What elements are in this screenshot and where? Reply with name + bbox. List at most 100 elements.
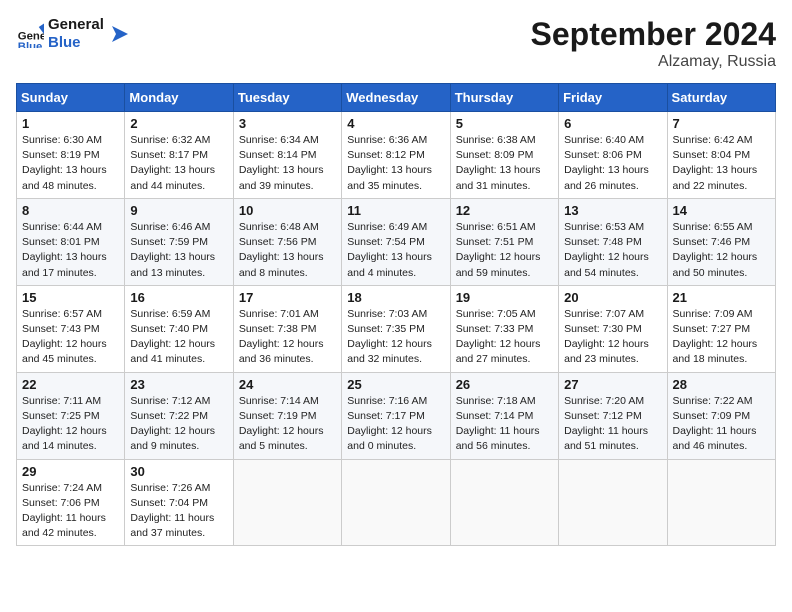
calendar-cell: 7Sunrise: 6:42 AMSunset: 8:04 PMDaylight… (667, 112, 775, 199)
weekday-header-wednesday: Wednesday (342, 84, 450, 112)
calendar-cell: 8 Sunrise: 6:44 AMSunset: 8:01 PMDaylight… (17, 198, 125, 285)
calendar-cell: 29 Sunrise: 7:24 AMSunset: 7:06 PMDayligh… (17, 459, 125, 546)
calendar-cell: 14 Sunrise: 6:55 AMSunset: 7:46 PMDayligh… (667, 198, 775, 285)
day-info: Sunrise: 6:55 AMSunset: 7:46 PMDaylight:… (673, 220, 770, 281)
weekday-header-sunday: Sunday (17, 84, 125, 112)
day-number: 22 (22, 377, 119, 392)
day-info: Sunrise: 7:01 AMSunset: 7:38 PMDaylight:… (239, 307, 336, 368)
day-number: 5 (456, 116, 553, 131)
calendar-cell: 27 Sunrise: 7:20 AMSunset: 7:12 PMDayligh… (559, 372, 667, 459)
logo-icon: General Blue (16, 20, 44, 48)
calendar-cell: 11 Sunrise: 6:49 AMSunset: 7:54 PMDayligh… (342, 198, 450, 285)
calendar-cell: 9 Sunrise: 6:46 AMSunset: 7:59 PMDaylight… (125, 198, 233, 285)
day-info: Sunrise: 6:44 AMSunset: 8:01 PMDaylight:… (22, 220, 119, 281)
day-number: 24 (239, 377, 336, 392)
day-info: Sunrise: 7:11 AMSunset: 7:25 PMDaylight:… (22, 394, 119, 455)
weekday-header-friday: Friday (559, 84, 667, 112)
day-number: 3 (239, 116, 336, 131)
day-info: Sunrise: 6:30 AMSunset: 8:19 PMDaylight:… (22, 133, 119, 194)
day-number: 13 (564, 203, 661, 218)
day-info: Sunrise: 7:26 AMSunset: 7:04 PMDaylight:… (130, 481, 227, 542)
day-number: 19 (456, 290, 553, 305)
day-number: 25 (347, 377, 444, 392)
day-number: 17 (239, 290, 336, 305)
day-info: Sunrise: 7:07 AMSunset: 7:30 PMDaylight:… (564, 307, 661, 368)
day-info: Sunrise: 6:32 AMSunset: 8:17 PMDaylight:… (130, 133, 227, 194)
day-info: Sunrise: 7:12 AMSunset: 7:22 PMDaylight:… (130, 394, 227, 455)
calendar-cell: 26 Sunrise: 7:18 AMSunset: 7:14 PMDayligh… (450, 372, 558, 459)
day-info: Sunrise: 7:14 AMSunset: 7:19 PMDaylight:… (239, 394, 336, 455)
calendar-cell: 3 Sunrise: 6:34 AMSunset: 8:14 PMDaylight… (233, 112, 341, 199)
calendar-cell: 30 Sunrise: 7:26 AMSunset: 7:04 PMDayligh… (125, 459, 233, 546)
title-block: September 2024 Alzamay, Russia (531, 16, 776, 71)
day-info: Sunrise: 6:57 AMSunset: 7:43 PMDaylight:… (22, 307, 119, 368)
calendar-table: SundayMondayTuesdayWednesdayThursdayFrid… (16, 83, 776, 546)
day-number: 14 (673, 203, 770, 218)
weekday-header-thursday: Thursday (450, 84, 558, 112)
day-number: 30 (130, 464, 227, 479)
calendar-cell (233, 459, 341, 546)
calendar-cell (342, 459, 450, 546)
calendar-week-row: 8 Sunrise: 6:44 AMSunset: 8:01 PMDaylight… (17, 198, 776, 285)
calendar-cell (450, 459, 558, 546)
calendar-cell: 20Sunrise: 7:07 AMSunset: 7:30 PMDayligh… (559, 285, 667, 372)
day-info: Sunrise: 6:49 AMSunset: 7:54 PMDaylight:… (347, 220, 444, 281)
day-info: Sunrise: 6:46 AMSunset: 7:59 PMDaylight:… (130, 220, 227, 281)
day-number: 12 (456, 203, 553, 218)
logo-arrow-icon (108, 24, 128, 44)
calendar-cell: 25 Sunrise: 7:16 AMSunset: 7:17 PMDayligh… (342, 372, 450, 459)
day-info: Sunrise: 6:38 AMSunset: 8:09 PMDaylight:… (456, 133, 553, 194)
weekday-header-monday: Monday (125, 84, 233, 112)
day-number: 11 (347, 203, 444, 218)
calendar-cell: 2 Sunrise: 6:32 AMSunset: 8:17 PMDaylight… (125, 112, 233, 199)
day-info: Sunrise: 7:20 AMSunset: 7:12 PMDaylight:… (564, 394, 661, 455)
day-info: Sunrise: 7:18 AMSunset: 7:14 PMDaylight:… (456, 394, 553, 455)
day-info: Sunrise: 7:22 AMSunset: 7:09 PMDaylight:… (673, 394, 770, 455)
calendar-cell: 28Sunrise: 7:22 AMSunset: 7:09 PMDayligh… (667, 372, 775, 459)
calendar-cell: 16 Sunrise: 6:59 AMSunset: 7:40 PMDayligh… (125, 285, 233, 372)
day-info: Sunrise: 7:09 AMSunset: 7:27 PMDaylight:… (673, 307, 770, 368)
calendar-cell (667, 459, 775, 546)
calendar-week-row: 29 Sunrise: 7:24 AMSunset: 7:06 PMDayligh… (17, 459, 776, 546)
calendar-header-row: SundayMondayTuesdayWednesdayThursdayFrid… (17, 84, 776, 112)
calendar-cell (559, 459, 667, 546)
day-info: Sunrise: 7:05 AMSunset: 7:33 PMDaylight:… (456, 307, 553, 368)
day-info: Sunrise: 7:03 AMSunset: 7:35 PMDaylight:… (347, 307, 444, 368)
day-info: Sunrise: 6:34 AMSunset: 8:14 PMDaylight:… (239, 133, 336, 194)
calendar-cell: 13Sunrise: 6:53 AMSunset: 7:48 PMDayligh… (559, 198, 667, 285)
day-number: 18 (347, 290, 444, 305)
day-number: 2 (130, 116, 227, 131)
day-number: 1 (22, 116, 119, 131)
logo-blue: Blue (48, 34, 104, 52)
day-number: 29 (22, 464, 119, 479)
day-number: 15 (22, 290, 119, 305)
day-number: 6 (564, 116, 661, 131)
day-info: Sunrise: 6:59 AMSunset: 7:40 PMDaylight:… (130, 307, 227, 368)
calendar-cell: 22 Sunrise: 7:11 AMSunset: 7:25 PMDayligh… (17, 372, 125, 459)
day-info: Sunrise: 6:36 AMSunset: 8:12 PMDaylight:… (347, 133, 444, 194)
day-info: Sunrise: 7:16 AMSunset: 7:17 PMDaylight:… (347, 394, 444, 455)
calendar-week-row: 1 Sunrise: 6:30 AMSunset: 8:19 PMDaylight… (17, 112, 776, 199)
day-info: Sunrise: 7:24 AMSunset: 7:06 PMDaylight:… (22, 481, 119, 542)
weekday-header-tuesday: Tuesday (233, 84, 341, 112)
day-number: 8 (22, 203, 119, 218)
month-title: September 2024 (531, 16, 776, 53)
calendar-cell: 12 Sunrise: 6:51 AMSunset: 7:51 PMDayligh… (450, 198, 558, 285)
calendar-week-row: 22 Sunrise: 7:11 AMSunset: 7:25 PMDayligh… (17, 372, 776, 459)
logo: General Blue General Blue (16, 16, 128, 52)
calendar-cell: 17 Sunrise: 7:01 AMSunset: 7:38 PMDayligh… (233, 285, 341, 372)
day-number: 27 (564, 377, 661, 392)
page-header: General Blue General Blue September 2024… (16, 16, 776, 71)
day-info: Sunrise: 6:51 AMSunset: 7:51 PMDaylight:… (456, 220, 553, 281)
day-number: 9 (130, 203, 227, 218)
day-info: Sunrise: 6:40 AMSunset: 8:06 PMDaylight:… (564, 133, 661, 194)
calendar-cell: 1 Sunrise: 6:30 AMSunset: 8:19 PMDaylight… (17, 112, 125, 199)
location: Alzamay, Russia (531, 53, 776, 71)
day-info: Sunrise: 6:48 AMSunset: 7:56 PMDaylight:… (239, 220, 336, 281)
day-number: 16 (130, 290, 227, 305)
day-number: 26 (456, 377, 553, 392)
svg-text:Blue: Blue (18, 41, 43, 48)
day-number: 21 (673, 290, 770, 305)
calendar-cell: 10Sunrise: 6:48 AMSunset: 7:56 PMDayligh… (233, 198, 341, 285)
calendar-cell: 15 Sunrise: 6:57 AMSunset: 7:43 PMDayligh… (17, 285, 125, 372)
